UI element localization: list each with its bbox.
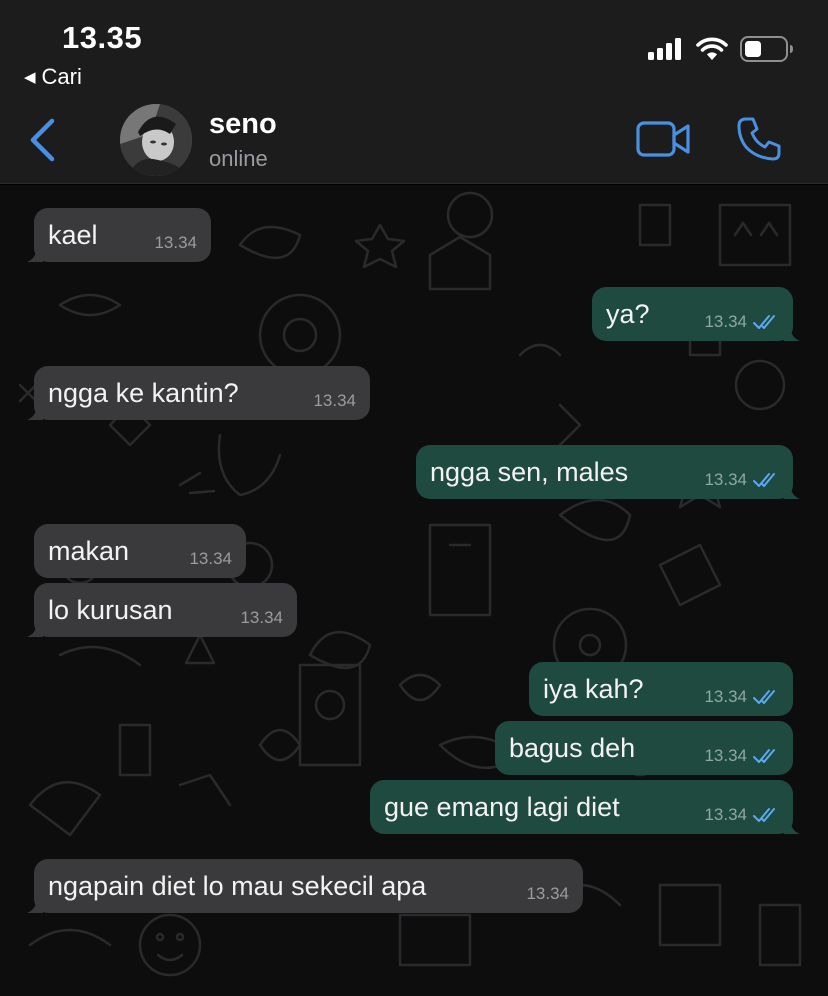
contact-name[interactable]: seno: [209, 108, 277, 141]
message-time: 13.34: [189, 549, 232, 568]
message-text: ngapain diet lo mau sekecil apa: [48, 870, 427, 901]
message-time: 13.34: [154, 233, 197, 252]
message-text: ngga sen, males: [430, 456, 629, 487]
message-time: 13.34: [240, 608, 283, 627]
wifi-icon: [696, 37, 728, 60]
message-outgoing[interactable]: gue emang lagi diet 13.34: [370, 780, 800, 834]
message-text: lo kurusan: [48, 594, 173, 625]
bubble-tail-icon: [784, 325, 800, 341]
bubble-tail-icon: [27, 404, 43, 420]
avatar-photo-icon: [120, 104, 192, 176]
chat-header: seno online: [0, 96, 828, 184]
message-time: 13.34: [313, 391, 356, 410]
signal-icon: [648, 38, 681, 60]
voice-call-button[interactable]: [736, 116, 782, 162]
chat-area[interactable]: kael 13.34 ya? 13.34 ngga ke kantin? 13.…: [0, 185, 828, 996]
video-camera-icon: [636, 121, 690, 157]
message-time: 13.34: [704, 746, 747, 765]
bubble-tail-icon: [784, 818, 800, 834]
message-outgoing[interactable]: ngga sen, males 13.34: [416, 445, 800, 499]
message-time: 13.34: [704, 470, 747, 489]
back-button[interactable]: [22, 116, 62, 164]
read-ticks-icon: [753, 749, 775, 763]
message-outgoing[interactable]: ya? 13.34: [592, 287, 800, 341]
bubble-tail-icon: [784, 483, 800, 499]
contact-status: online: [209, 146, 268, 171]
avatar[interactable]: [120, 104, 192, 176]
phone-icon: [737, 117, 781, 161]
read-ticks-icon: [753, 473, 775, 487]
message-outgoing[interactable]: iya kah? 13.34: [529, 662, 793, 716]
message-incoming[interactable]: makan 13.34: [34, 524, 246, 578]
status-time: 13.35: [62, 20, 143, 55]
message-incoming[interactable]: ngapain diet lo mau sekecil apa 13.34: [27, 859, 583, 913]
message-text: ngga ke kantin?: [48, 377, 239, 408]
message-text: makan: [48, 535, 130, 566]
message-text: ya?: [606, 298, 650, 329]
bubble-tail-icon: [27, 621, 43, 637]
message-incoming[interactable]: lo kurusan 13.34: [27, 583, 297, 637]
back-triangle-icon: ◀: [24, 69, 36, 86]
message-incoming[interactable]: ngga ke kantin? 13.34: [27, 366, 370, 420]
read-ticks-icon: [753, 315, 775, 329]
message-incoming[interactable]: kael 13.34: [27, 208, 211, 262]
bubble-tail-icon: [27, 897, 43, 913]
message-text: gue emang lagi diet: [384, 791, 620, 822]
message-time: 13.34: [704, 312, 747, 331]
message-outgoing[interactable]: bagus deh 13.34: [495, 721, 793, 775]
video-call-button[interactable]: [636, 120, 692, 158]
read-ticks-icon: [753, 690, 775, 704]
bubble-tail-icon: [27, 246, 43, 262]
message-text: bagus deh: [509, 732, 636, 763]
status-icons: [648, 36, 794, 62]
chevron-left-icon: [30, 118, 55, 162]
message-text: iya kah?: [543, 673, 644, 704]
back-app-label: Cari: [41, 64, 82, 89]
back-to-app-link[interactable]: ◀ Cari: [24, 64, 82, 90]
message-time: 13.34: [526, 884, 569, 903]
status-bar: 13.35 ◀ Cari: [0, 0, 828, 96]
battery-icon: [740, 36, 793, 62]
message-time: 13.34: [704, 687, 747, 706]
message-text: kael: [48, 219, 98, 250]
read-ticks-icon: [753, 808, 775, 822]
message-time: 13.34: [704, 805, 747, 824]
